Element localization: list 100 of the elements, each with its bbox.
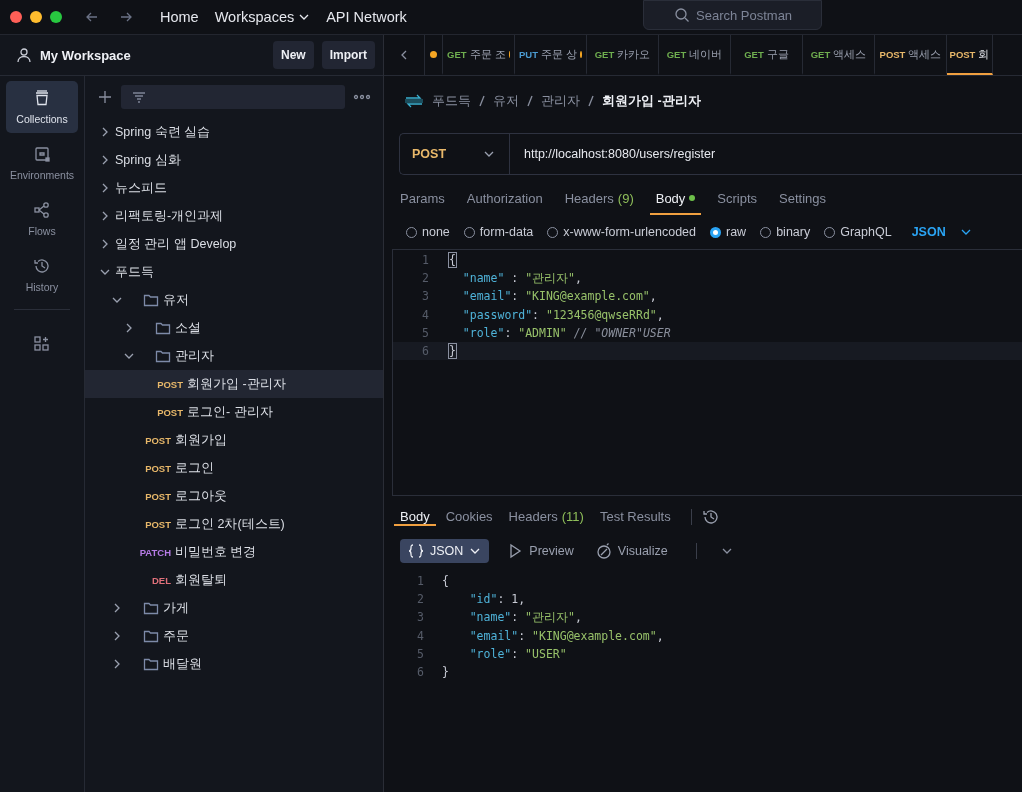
bucket-icon (33, 89, 51, 107)
response-tab[interactable]: Body (394, 508, 436, 526)
code-line: } (442, 665, 449, 680)
line-number: 6 (421, 344, 430, 359)
folder-icon (143, 293, 159, 307)
history-icon[interactable] (701, 508, 720, 526)
request-item[interactable]: POST 로그인 (85, 454, 383, 482)
history-icon (33, 257, 51, 275)
request-tab[interactable]: GET 구글 (731, 35, 803, 75)
window-control[interactable] (50, 11, 62, 23)
code-line: "email": "KING@example.com", (468, 628, 664, 643)
request-item[interactable]: DEL 회원탈퇴 (85, 566, 383, 594)
header-button[interactable]: New (272, 41, 314, 69)
search-field[interactable]: Search Postman (643, 0, 822, 30)
request-tab[interactable]: GET 네이버 (659, 35, 731, 75)
code-line: "name": "관리자", (468, 609, 582, 625)
response-tab[interactable]: Cookies (439, 508, 499, 526)
radio-icon[interactable] (710, 226, 721, 238)
request-option-tab[interactable]: Settings (773, 183, 833, 215)
code-line: { (449, 253, 456, 268)
folder-item[interactable]: 배달원 (85, 650, 383, 678)
code-line: "role": "USER" (468, 646, 567, 661)
code-editor[interactable]: 1 { 2 "name" : "관리자", 3 "email": "KING@example.com", 4 "password": "123456@qwseRRd", 5 "role": "ADMIN" // "OWNER"USER 6 } (392, 249, 1022, 496)
code-line: "id": 1, (468, 592, 526, 607)
request-option-tab[interactable]: Scripts (711, 183, 764, 215)
slash-icon (479, 95, 485, 107)
view-button[interactable]: Visualize (591, 543, 672, 559)
request-option-tab[interactable]: Params (394, 183, 451, 215)
request-item[interactable]: PATCH 비밀번호 변경 (85, 538, 383, 566)
folder-item[interactable]: 관리자 (85, 342, 383, 370)
nav-link[interactable]: API Network (318, 9, 415, 25)
nav-link[interactable]: Workspaces (206, 9, 319, 25)
request-tab[interactable]: POST 회 (947, 35, 993, 75)
body-type-radio[interactable]: GraphQL (824, 225, 892, 239)
request-tab[interactable]: POST 액세스 (875, 35, 947, 75)
request-item[interactable]: POST 회원가입 -관리자 (85, 370, 383, 398)
url-field[interactable]: http://localhost:8080/users/register (510, 147, 716, 161)
line-number: 2 (421, 271, 430, 286)
slash-icon (588, 95, 594, 107)
more-icon[interactable] (353, 93, 371, 101)
method-dropdown[interactable]: POST (400, 134, 510, 174)
sidebar-tab[interactable]: History (6, 249, 78, 301)
request-option-tab[interactable]: Authorization (460, 183, 549, 215)
plus-icon[interactable] (97, 89, 113, 105)
request-item[interactable]: POST 로그인 2차(테스트) (85, 510, 383, 538)
sidebar-tab[interactable]: Flows (6, 193, 78, 245)
request-option-tab[interactable]: Headers (9) (558, 183, 640, 215)
breadcrumb-link[interactable]: 관리자 (541, 92, 580, 110)
braces-icon (408, 544, 424, 558)
filter-field[interactable] (121, 85, 345, 109)
window-control[interactable] (30, 11, 42, 23)
breadcrumb-link[interactable]: 유저 (493, 92, 519, 110)
request-tab[interactable]: PUT 주문 상 (515, 35, 587, 75)
request-tab[interactable]: GET 액세스 (803, 35, 875, 75)
view-button[interactable]: Preview (503, 543, 578, 559)
response-tab[interactable]: Test Results (593, 508, 677, 526)
request-item[interactable]: POST 로그아웃 (85, 482, 383, 510)
collection-item[interactable]: 일정 관리 앱 Develop (85, 230, 383, 258)
request-tab[interactable]: GET 카카오 (587, 35, 659, 75)
http-icon (404, 93, 424, 109)
body-type-radio[interactable]: raw (710, 225, 747, 239)
line-number: 5 (416, 646, 425, 661)
line-number: 6 (416, 665, 425, 680)
sidebar-tab[interactable]: Collections (6, 81, 78, 133)
request-tab[interactable]: GET 주문 조 (443, 35, 515, 75)
window-control[interactable] (10, 11, 22, 23)
folder-item[interactable]: 주문 (85, 622, 383, 650)
folder-icon (143, 657, 159, 671)
collection-item[interactable]: 푸드득 (85, 258, 383, 286)
collection-item[interactable]: Spring 숙련 실습 (85, 118, 383, 146)
folder-icon (143, 601, 159, 615)
line-number: 3 (416, 610, 425, 625)
collection-item[interactable]: 리팩토링-개인과제 (85, 202, 383, 230)
body-type-radio[interactable]: binary (760, 225, 811, 239)
body-type-radio[interactable]: none (406, 225, 450, 239)
format-dropdown[interactable]: JSON (400, 539, 490, 563)
code-line: } (449, 344, 456, 359)
body-type-radio[interactable]: x-www-form-urlencoded (547, 225, 696, 239)
header-button[interactable]: Import (321, 41, 375, 69)
request-title: 회원가입 -관리자 (602, 92, 701, 110)
folder-item[interactable]: 소셜 (85, 314, 383, 342)
request-item[interactable]: POST 회원가입 (85, 426, 383, 454)
line-number: 2 (416, 592, 425, 607)
line-number: 4 (421, 307, 430, 322)
nav-link[interactable]: Home (152, 9, 207, 25)
wand-icon (595, 543, 612, 559)
body-type-radio[interactable]: form-data (463, 225, 534, 239)
nodes-icon (33, 201, 51, 219)
folder-item[interactable]: 가게 (85, 594, 383, 622)
folder-item[interactable]: 유저 (85, 286, 383, 314)
folder-icon (143, 629, 159, 643)
collection-item[interactable]: Spring 심화 (85, 146, 383, 174)
response-tab[interactable]: Headers (11) (502, 508, 590, 526)
request-option-tab[interactable]: Body (649, 183, 702, 215)
breadcrumb-link[interactable]: 푸드득 (432, 92, 471, 110)
request-item[interactable]: POST 로그인- 관리자 (85, 398, 383, 426)
line-number: 5 (421, 325, 430, 340)
format-dropdown[interactable]: JSON (905, 224, 978, 240)
sidebar-tab[interactable]: Environments (6, 137, 78, 189)
collection-item[interactable]: 뉴스피드 (85, 174, 383, 202)
